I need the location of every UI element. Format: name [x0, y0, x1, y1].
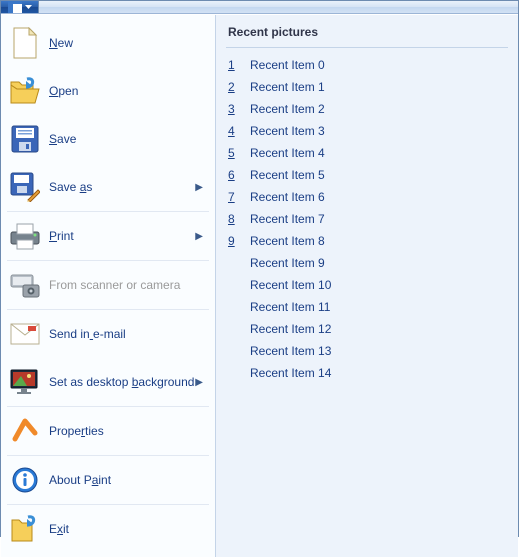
- wallpaper-icon: [9, 366, 41, 398]
- email-icon: [9, 318, 41, 350]
- menu-item-open[interactable]: Open: [1, 67, 215, 115]
- recent-header: Recent pictures: [226, 23, 508, 48]
- exit-icon: [9, 513, 41, 545]
- app-menu-window: NewOpenSaveSave as▶Print▶From scanner or…: [0, 0, 519, 537]
- menu-item-label: Save: [49, 132, 207, 146]
- recent-item-label: Recent Item 0: [244, 58, 325, 72]
- recent-item-accel: 8: [228, 212, 244, 226]
- recent-item[interactable]: 4Recent Item 3: [226, 120, 508, 142]
- recent-item-label: Recent Item 6: [244, 190, 325, 204]
- menu-item-wallpaper[interactable]: Set as desktop background▶: [1, 358, 215, 406]
- recent-item-accel: 9: [228, 234, 244, 248]
- recent-item-label: Recent Item 8: [244, 234, 325, 248]
- saveas-icon: [9, 171, 41, 203]
- recent-item[interactable]: Recent Item 14: [226, 362, 508, 384]
- menu-item-about[interactable]: About Paint: [1, 456, 215, 504]
- recent-item[interactable]: Recent Item 12: [226, 318, 508, 340]
- recent-item-label: Recent Item 10: [244, 278, 331, 292]
- recent-item[interactable]: 5Recent Item 4: [226, 142, 508, 164]
- recent-item-accel: 1: [228, 58, 244, 72]
- recent-item-label: Recent Item 13: [244, 344, 331, 358]
- menu-body: NewOpenSaveSave as▶Print▶From scanner or…: [1, 14, 518, 557]
- recent-list: 1Recent Item 02Recent Item 13Recent Item…: [226, 54, 508, 384]
- menu-item-new[interactable]: New: [1, 19, 215, 67]
- print-icon: [9, 220, 41, 252]
- recent-item-label: Recent Item 4: [244, 146, 325, 160]
- recent-item[interactable]: 3Recent Item 2: [226, 98, 508, 120]
- recent-item-accel: 4: [228, 124, 244, 138]
- recent-item[interactable]: 7Recent Item 6: [226, 186, 508, 208]
- menu-item-label: Properties: [49, 424, 207, 438]
- recent-item-label: Recent Item 11: [244, 300, 330, 314]
- about-icon: [9, 464, 41, 496]
- app-menu-button[interactable]: [1, 1, 39, 13]
- primary-menu-pane: NewOpenSaveSave as▶Print▶From scanner or…: [1, 15, 216, 557]
- app-menu-icon: [8, 1, 22, 13]
- properties-icon: [9, 415, 41, 447]
- recent-item-accel: 7: [228, 190, 244, 204]
- recent-item-label: Recent Item 12: [244, 322, 331, 336]
- save-icon: [9, 123, 41, 155]
- recent-item-accel: 2: [228, 80, 244, 94]
- menu-item-label: Set as desktop background: [49, 375, 195, 389]
- recent-item[interactable]: Recent Item 9: [226, 252, 508, 274]
- scanner-icon: [9, 269, 41, 301]
- recent-item[interactable]: 9Recent Item 8: [226, 230, 508, 252]
- menu-item-save[interactable]: Save: [1, 115, 215, 163]
- menu-item-label: From scanner or camera: [49, 278, 207, 292]
- menu-item-label: Exit: [49, 522, 207, 536]
- menu-item-exit[interactable]: Exit: [1, 505, 215, 553]
- recent-item[interactable]: Recent Item 11: [226, 296, 508, 318]
- new-icon: [9, 27, 41, 59]
- recent-item-label: Recent Item 7: [244, 212, 325, 226]
- menu-item-email[interactable]: Send in e-mail: [1, 310, 215, 358]
- recent-item-accel: 6: [228, 168, 244, 182]
- menu-item-label: Open: [49, 84, 207, 98]
- recent-item-label: Recent Item 14: [244, 366, 331, 380]
- submenu-arrow-icon: ▶: [195, 231, 207, 242]
- menu-item-label: Send in e-mail: [49, 327, 207, 341]
- submenu-arrow-icon: ▶: [195, 377, 207, 388]
- dropdown-arrow-icon: [25, 5, 32, 9]
- recent-item[interactable]: Recent Item 10: [226, 274, 508, 296]
- recent-item[interactable]: 1Recent Item 0: [226, 54, 508, 76]
- menu-item-saveas[interactable]: Save as▶: [1, 163, 215, 211]
- recent-item-label: Recent Item 9: [244, 256, 325, 270]
- menu-item-label: New: [49, 36, 207, 50]
- recent-item[interactable]: 2Recent Item 1: [226, 76, 508, 98]
- recent-item-label: Recent Item 2: [244, 102, 325, 116]
- menu-item-scanner: From scanner or camera: [1, 261, 215, 309]
- submenu-arrow-icon: ▶: [195, 182, 207, 193]
- menu-item-label: Print: [49, 229, 195, 243]
- recent-item[interactable]: 6Recent Item 5: [226, 164, 508, 186]
- recent-item[interactable]: 8Recent Item 7: [226, 208, 508, 230]
- recent-item[interactable]: Recent Item 13: [226, 340, 508, 362]
- recent-item-label: Recent Item 5: [244, 168, 325, 182]
- recent-item-accel: 3: [228, 102, 244, 116]
- recent-item-label: Recent Item 3: [244, 124, 325, 138]
- titlebar: [1, 1, 518, 14]
- menu-item-print[interactable]: Print▶: [1, 212, 215, 260]
- menu-item-label: Save as: [49, 180, 195, 194]
- recent-pane: Recent pictures 1Recent Item 02Recent It…: [216, 15, 518, 557]
- open-icon: [9, 75, 41, 107]
- menu-item-label: About Paint: [49, 473, 207, 487]
- recent-item-label: Recent Item 1: [244, 80, 325, 94]
- menu-item-properties[interactable]: Properties: [1, 407, 215, 455]
- recent-item-accel: 5: [228, 146, 244, 160]
